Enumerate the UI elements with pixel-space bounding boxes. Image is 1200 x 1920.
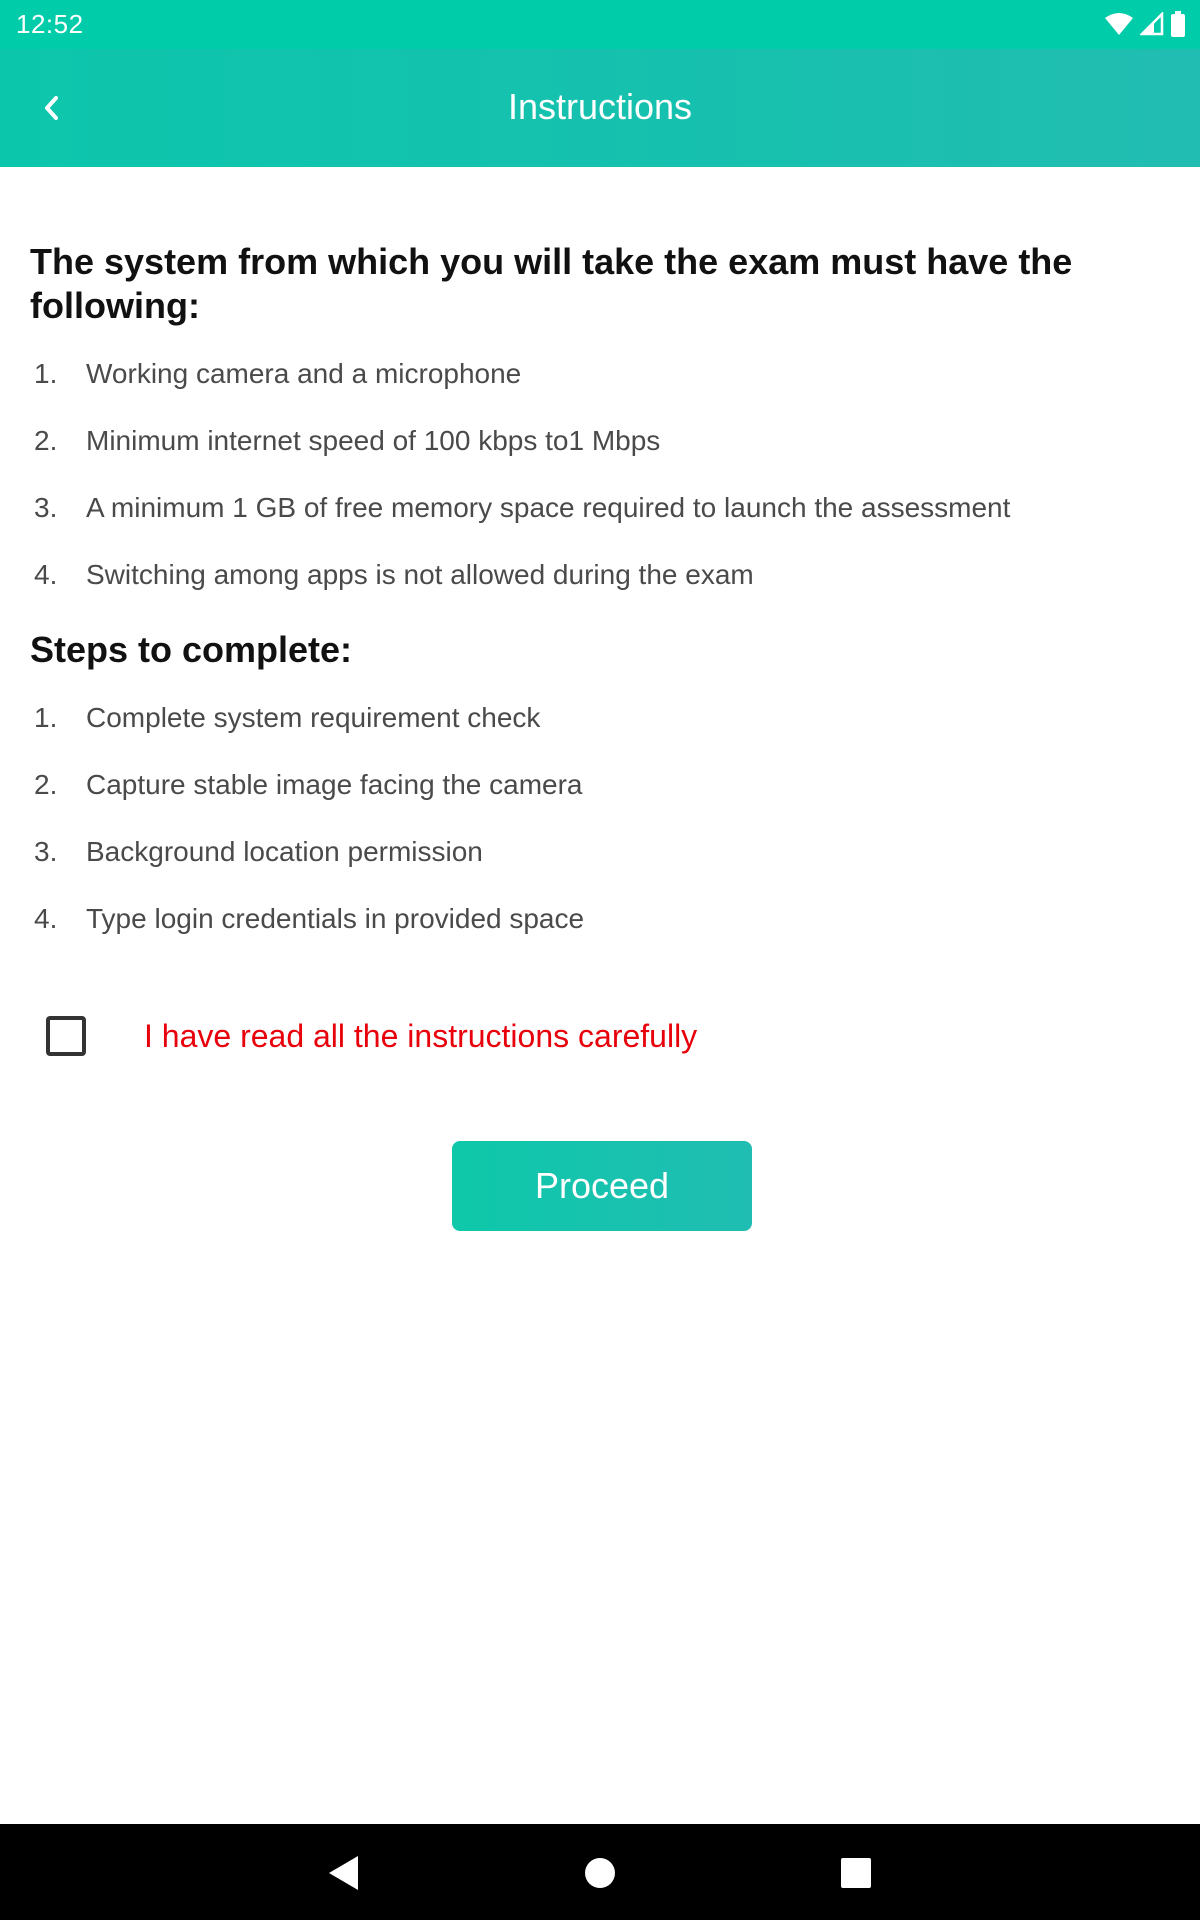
list-item-text: Switching among apps is not allowed duri… — [86, 558, 754, 590]
nav-recents-icon — [841, 1858, 871, 1888]
list-item-number: 2. — [34, 768, 58, 800]
app-toolbar: Instructions — [0, 49, 1200, 167]
list-item-text: Complete system requirement check — [86, 701, 541, 733]
list-item-number: 4. — [34, 902, 58, 934]
list-item-number: 1. — [34, 701, 58, 733]
list-item: 2. Minimum internet speed of 100 kbps to… — [30, 407, 1160, 474]
nav-home-button[interactable] — [575, 1848, 625, 1898]
nav-back-button[interactable] — [318, 1848, 368, 1898]
requirements-list: 1. Working camera and a microphone 2. Mi… — [30, 340, 1160, 608]
nav-home-icon — [585, 1858, 615, 1888]
list-item-text: A minimum 1 GB of free memory space requ… — [86, 491, 1011, 523]
list-item: 2. Capture stable image facing the camer… — [30, 751, 1160, 818]
list-item-number: 2. — [34, 424, 58, 456]
agreement-label[interactable]: I have read all the instructions careful… — [144, 1018, 697, 1055]
list-item-text: Type login credentials in provided space — [86, 902, 585, 934]
list-item-number: 3. — [34, 491, 58, 523]
nav-recents-button[interactable] — [831, 1848, 881, 1898]
wifi-icon — [1105, 13, 1133, 35]
list-item-text: Background location permission — [86, 835, 483, 867]
requirements-heading: The system from which you will take the … — [30, 241, 1073, 326]
status-icons — [1104, 10, 1186, 38]
battery-icon — [1171, 11, 1185, 37]
list-item-text: Minimum internet speed of 100 kbps to1 M… — [86, 424, 661, 456]
list-item-number: 3. — [34, 835, 58, 867]
proceed-button[interactable]: Proceed — [452, 1141, 752, 1231]
nav-back-icon — [329, 1856, 358, 1890]
agreement-checkbox[interactable] — [46, 1016, 86, 1056]
steps-heading: Steps to complete: — [30, 629, 353, 670]
agreement-row[interactable]: I have read all the instructions careful… — [46, 1016, 697, 1056]
list-item: 3. A minimum 1 GB of free memory space r… — [30, 474, 1160, 541]
cell-signal-icon — [1140, 12, 1164, 36]
list-item: 4. Switching among apps is not allowed d… — [30, 541, 1160, 608]
steps-list: 1. Complete system requirement check 2. … — [30, 684, 1160, 952]
list-item: 4. Type login credentials in provided sp… — [30, 885, 1160, 952]
list-item: 3. Background location permission — [30, 818, 1160, 885]
list-item-number: 1. — [34, 357, 58, 389]
system-nav-bar — [0, 1824, 1200, 1920]
status-bar: 12:52 — [0, 0, 1200, 49]
list-item: 1. Complete system requirement check — [30, 684, 1160, 751]
list-item-text: Capture stable image facing the camera — [86, 768, 583, 800]
list-item-text: Working camera and a microphone — [86, 357, 522, 389]
list-item-number: 4. — [34, 558, 58, 590]
status-time: 12:52 — [16, 9, 84, 39]
instructions-content: The system from which you will take the … — [30, 240, 1160, 952]
list-item: 1. Working camera and a microphone — [30, 340, 1160, 407]
page-title: Instructions — [507, 86, 693, 127]
